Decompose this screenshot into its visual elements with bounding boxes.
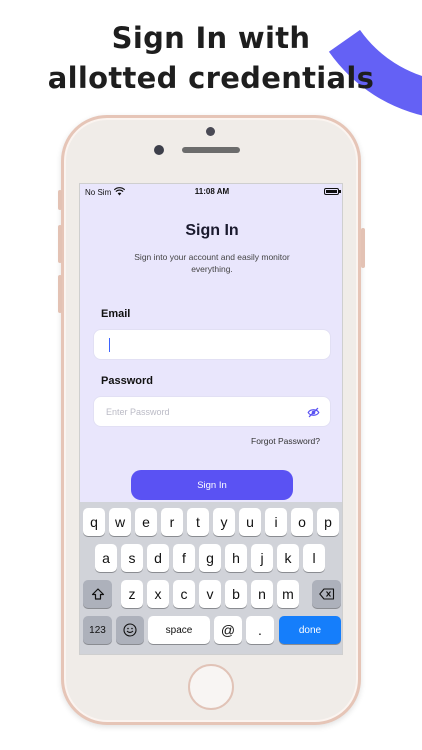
numbers-key[interactable]: 123: [83, 616, 112, 644]
keyboard-row-1: q w e r t y u i o p: [80, 508, 342, 536]
volume-up-button: [58, 225, 62, 263]
shift-key[interactable]: [83, 580, 112, 608]
battery-icon: [324, 188, 341, 195]
page-title: Sign In: [185, 222, 239, 239]
sign-in-button[interactable]: Sign In: [131, 470, 293, 500]
key[interactable]: m: [277, 580, 299, 608]
password-field[interactable]: [94, 397, 330, 426]
home-button[interactable]: [188, 664, 234, 710]
phone-screen: No Sim 11:08 AM Sign In Sign into your a…: [79, 183, 343, 655]
key[interactable]: a: [95, 544, 117, 572]
front-camera: [154, 145, 164, 155]
eye-slash-icon[interactable]: [307, 406, 320, 419]
password-field-container[interactable]: [93, 396, 331, 427]
earpiece-speaker: [182, 147, 240, 153]
page-subtitle: Sign into your account and easily monito…: [134, 252, 290, 274]
key[interactable]: o: [291, 508, 313, 536]
space-key[interactable]: space: [148, 616, 210, 644]
key[interactable]: f: [173, 544, 195, 572]
key[interactable]: w: [109, 508, 131, 536]
email-field[interactable]: [94, 330, 330, 359]
proximity-sensor: [206, 127, 215, 136]
key[interactable]: h: [225, 544, 247, 572]
key[interactable]: c: [173, 580, 195, 608]
promo-headline: Sign In with allotted credentials: [0, 18, 422, 98]
key[interactable]: k: [277, 544, 299, 572]
key[interactable]: p: [317, 508, 339, 536]
promo-line-1: Sign In with: [111, 21, 311, 55]
key[interactable]: n: [251, 580, 273, 608]
key[interactable]: t: [187, 508, 209, 536]
key[interactable]: y: [213, 508, 235, 536]
ios-keyboard: q w e r t y u i o p a s d f g h j k l z …: [80, 502, 342, 654]
key[interactable]: i: [265, 508, 287, 536]
key[interactable]: z: [121, 580, 143, 608]
mute-switch: [58, 190, 62, 210]
key[interactable]: r: [161, 508, 183, 536]
password-label: Password: [101, 375, 153, 387]
clock: 11:08 AM: [194, 187, 230, 196]
power-button: [361, 228, 365, 268]
key[interactable]: d: [147, 544, 169, 572]
emoji-icon: [123, 623, 137, 637]
promo-line-2: allotted credentials: [47, 61, 375, 95]
dot-key[interactable]: .: [246, 616, 274, 644]
keyboard-row-2: a s d f g h j k l: [80, 544, 342, 572]
key[interactable]: g: [199, 544, 221, 572]
volume-down-button: [58, 275, 62, 313]
key[interactable]: s: [121, 544, 143, 572]
key[interactable]: j: [251, 544, 273, 572]
email-field-container[interactable]: [93, 329, 331, 360]
key[interactable]: x: [147, 580, 169, 608]
key[interactable]: l: [303, 544, 325, 572]
forgot-password-link[interactable]: Forgot Password?: [251, 436, 320, 446]
key[interactable]: v: [199, 580, 221, 608]
key[interactable]: u: [239, 508, 261, 536]
emoji-key[interactable]: [116, 616, 144, 644]
key[interactable]: e: [135, 508, 157, 536]
backspace-key[interactable]: [312, 580, 341, 608]
done-key[interactable]: done: [279, 616, 341, 644]
status-bar: No Sim 11:08 AM: [80, 184, 342, 200]
keyboard-row-4: 123 space @ . done: [80, 616, 342, 644]
shift-icon: [91, 588, 104, 600]
key[interactable]: q: [83, 508, 105, 536]
keyboard-row-3: z x c v b n m: [80, 580, 342, 608]
email-label: Email: [101, 308, 131, 320]
key[interactable]: b: [225, 580, 247, 608]
backspace-icon: [318, 588, 334, 600]
text-caret: [109, 338, 110, 352]
at-key[interactable]: @: [214, 616, 242, 644]
